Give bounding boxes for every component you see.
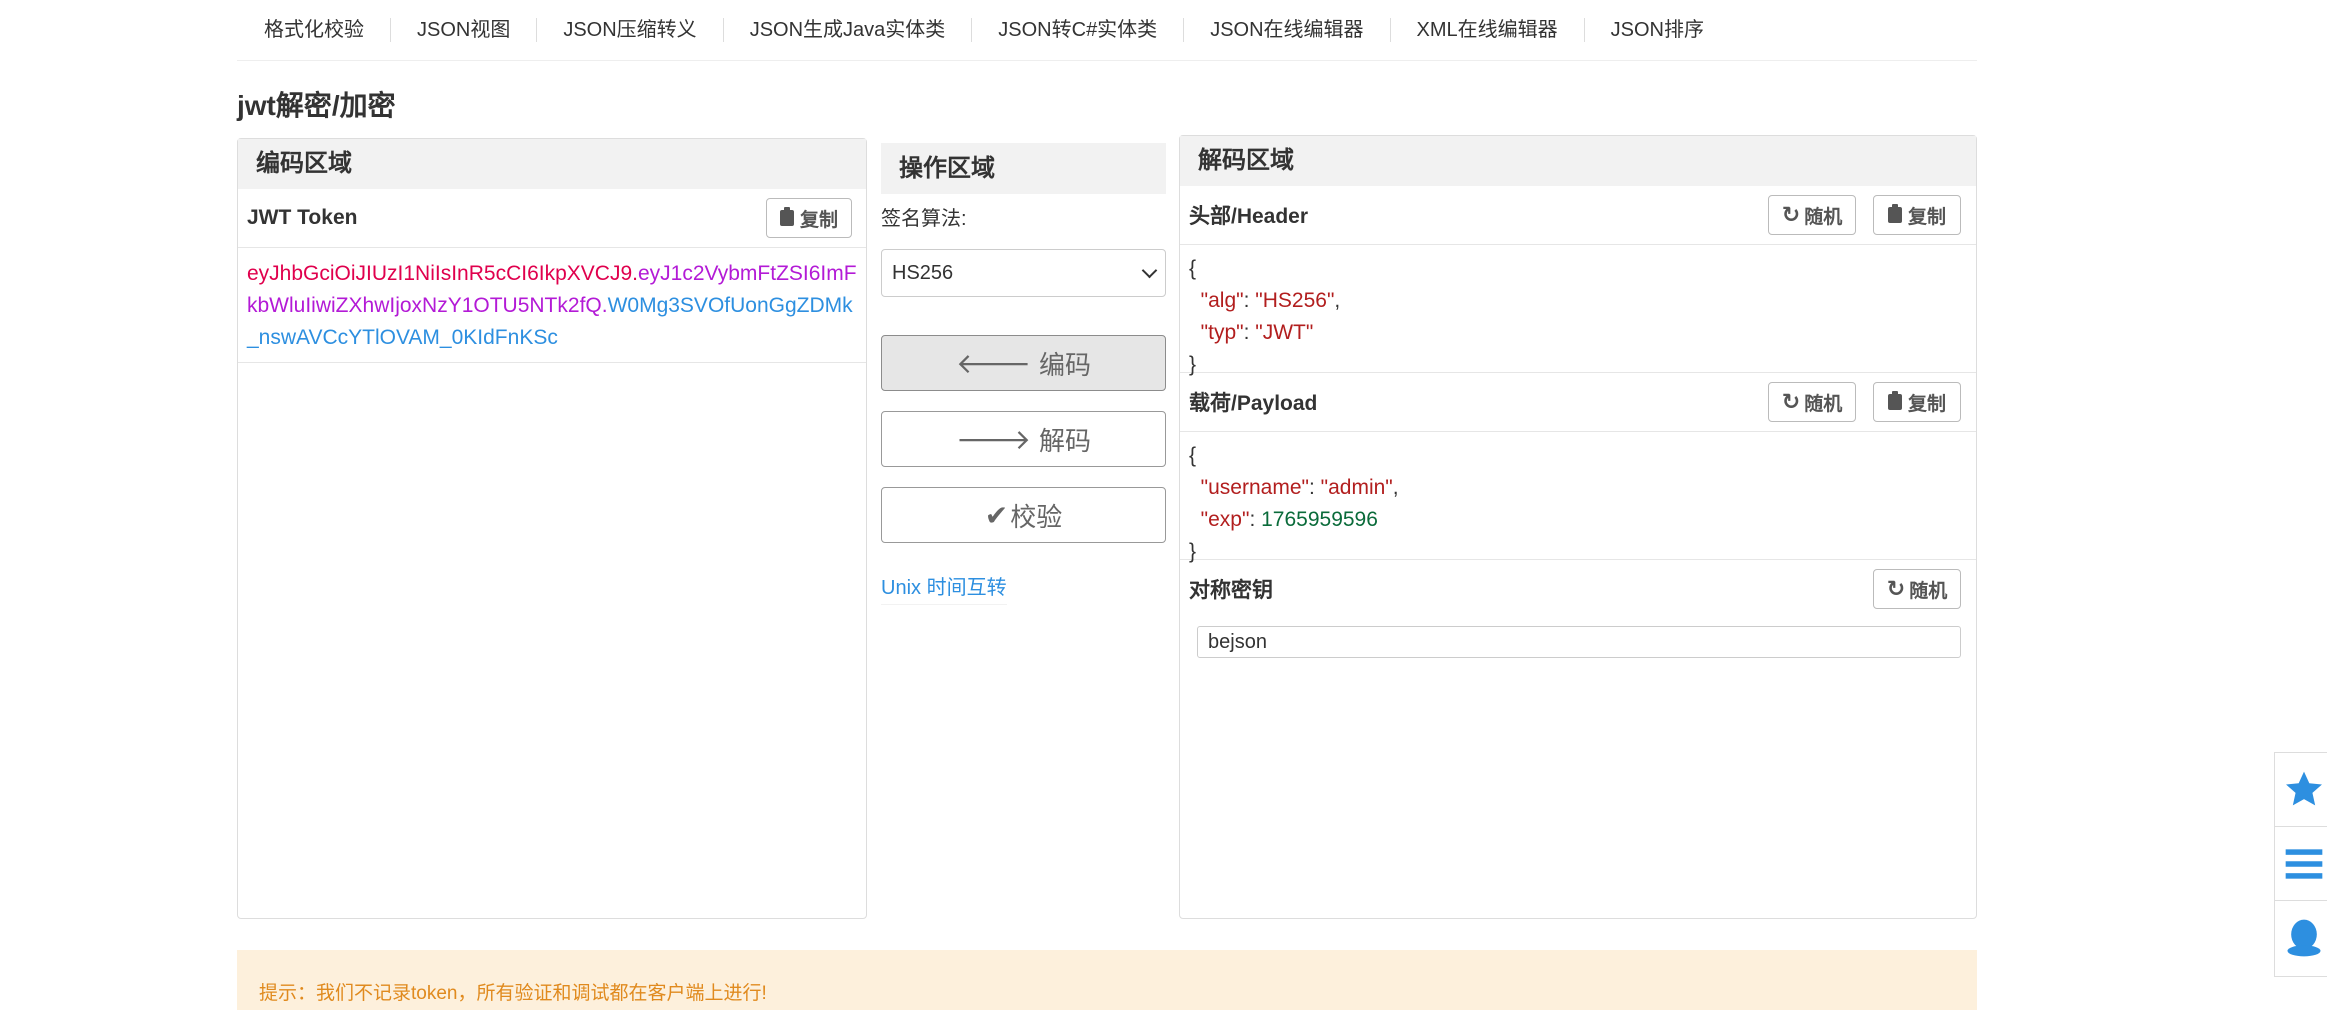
json-line: { bbox=[1189, 257, 1197, 280]
refresh-icon: ↻ bbox=[1781, 202, 1801, 227]
payload-copy-label: 复制 bbox=[1907, 393, 1946, 415]
nav-item-json-view[interactable]: JSON视图 bbox=[390, 18, 536, 42]
operation-panel: 操作区域 签名算法: HS256 🡐 编码 🡒 解码 ✔ 校验 Unix 时间互… bbox=[881, 143, 1166, 605]
algorithm-selected-value: HS256 bbox=[892, 261, 954, 284]
encode-panel: 编码区域 JWT Token 复制 eyJhbGciOiJIUzI1NiIsIn… bbox=[237, 138, 867, 919]
list-icon bbox=[2285, 848, 2323, 879]
decode-panel: 解码区域 头部/Header ↻ 随机 复制 { "alg": "HS256",… bbox=[1179, 135, 1977, 919]
copy-token-button[interactable]: 复制 bbox=[766, 198, 852, 238]
nav-item-format-check[interactable]: 格式化校验 bbox=[237, 18, 390, 42]
json-line: "username": "admin", bbox=[1200, 476, 1399, 499]
algorithm-label: 签名算法: bbox=[881, 208, 967, 230]
nav-item-json-compress[interactable]: JSON压缩转义 bbox=[536, 18, 722, 42]
clipboard-icon bbox=[1887, 204, 1902, 223]
decode-button[interactable]: 🡒 解码 bbox=[881, 411, 1166, 467]
nav-item-json-to-csharp[interactable]: JSON转C#实体类 bbox=[971, 18, 1183, 42]
json-key: "exp" bbox=[1200, 508, 1250, 531]
refresh-icon: ↻ bbox=[1886, 576, 1906, 601]
encode-button[interactable]: 🡐 编码 bbox=[881, 335, 1166, 391]
verify-button[interactable]: ✔ 校验 bbox=[881, 487, 1166, 543]
refresh-icon: ↻ bbox=[1781, 389, 1801, 414]
header-section-head: 头部/Header ↻ 随机 复制 bbox=[1180, 186, 1976, 245]
decode-panel-title: 解码区域 bbox=[1180, 136, 1976, 186]
side-toolbar bbox=[2274, 752, 2327, 977]
menu-button[interactable] bbox=[2275, 827, 2327, 901]
json-key: "alg" bbox=[1200, 289, 1244, 312]
header-copy-label: 复制 bbox=[1907, 206, 1946, 228]
payload-section-head: 载荷/Payload ↻ 随机 复制 bbox=[1180, 373, 1976, 432]
jwt-token-header: JWT Token 复制 bbox=[238, 189, 866, 248]
algorithm-select[interactable]: HS256 bbox=[881, 249, 1166, 297]
top-nav: 格式化校验 JSON视图 JSON压缩转义 JSON生成Java实体类 JSON… bbox=[237, 0, 1977, 61]
star-icon bbox=[2286, 771, 2322, 805]
tip-bar: 提示：我们不记录token，所有验证和调试都在客户端上进行! bbox=[237, 950, 1977, 1010]
qq-icon bbox=[2287, 919, 2321, 956]
secret-label: 对称密钥 bbox=[1189, 579, 1273, 602]
nav-item-json-sort[interactable]: JSON排序 bbox=[1583, 18, 1730, 42]
json-key: "typ" bbox=[1200, 321, 1244, 344]
payload-random-button[interactable]: ↻ 随机 bbox=[1768, 382, 1856, 422]
jwt-token-label: JWT Token bbox=[247, 206, 358, 229]
nav-item-xml-editor[interactable]: XML在线编辑器 bbox=[1389, 18, 1584, 42]
json-line: "exp": 1765959596 bbox=[1200, 508, 1378, 531]
payload-copy-button[interactable]: 复制 bbox=[1873, 382, 1961, 422]
checkmark-icon: ✔ bbox=[984, 499, 1009, 531]
decode-button-label: 解码 bbox=[1039, 425, 1092, 456]
verify-button-label: 校验 bbox=[1010, 501, 1063, 532]
json-line: { bbox=[1189, 444, 1197, 467]
secret-key-input[interactable]: bejson bbox=[1197, 626, 1961, 658]
nav-item-json-editor[interactable]: JSON在线编辑器 bbox=[1183, 18, 1389, 42]
favorite-button[interactable] bbox=[2275, 753, 2327, 827]
json-string: "HS256" bbox=[1255, 289, 1335, 312]
tip-text: 提示：我们不记录token，所有验证和调试都在客户端上进行! bbox=[259, 983, 767, 1004]
operation-panel-title: 操作区域 bbox=[881, 143, 1166, 194]
arrow-right-icon: 🡒 bbox=[955, 424, 1032, 455]
nav-item-json-to-java[interactable]: JSON生成Java实体类 bbox=[722, 18, 972, 42]
header-copy-button[interactable]: 复制 bbox=[1873, 195, 1961, 235]
secret-random-label: 随机 bbox=[1909, 580, 1948, 602]
chevron-down-icon bbox=[1141, 262, 1158, 278]
json-key: "username" bbox=[1200, 476, 1309, 499]
payload-random-label: 随机 bbox=[1804, 393, 1843, 415]
payload-json-editor[interactable]: { "username": "admin", "exp": 1765959596… bbox=[1180, 432, 1976, 563]
clipboard-icon bbox=[1887, 391, 1902, 410]
payload-label: 载荷/Payload bbox=[1189, 392, 1318, 415]
json-line: "alg": "HS256", bbox=[1200, 289, 1341, 312]
unix-time-link[interactable]: Unix 时间互转 bbox=[881, 567, 1007, 605]
page-title: jwt解密/加密 bbox=[237, 90, 396, 121]
encode-button-label: 编码 bbox=[1039, 349, 1092, 380]
qq-contact-button[interactable] bbox=[2275, 901, 2327, 974]
header-random-button[interactable]: ↻ 随机 bbox=[1768, 195, 1856, 235]
secret-section-head: 对称密钥 ↻ 随机 bbox=[1180, 560, 1976, 618]
token-header-part: eyJhbGciOiJIUzI1NiIsInR5cCI6IkpXVCJ9 bbox=[247, 262, 633, 285]
copy-token-label: 复制 bbox=[799, 209, 838, 231]
secret-random-button[interactable]: ↻ 随机 bbox=[1873, 569, 1961, 609]
encode-panel-title: 编码区域 bbox=[238, 139, 866, 189]
json-string: "admin" bbox=[1320, 476, 1393, 499]
clipboard-icon bbox=[779, 207, 794, 226]
jwt-token-input[interactable]: eyJhbGciOiJIUzI1NiIsInR5cCI6IkpXVCJ9.eyJ… bbox=[238, 248, 866, 363]
json-string: "JWT" bbox=[1255, 321, 1314, 344]
header-random-label: 随机 bbox=[1804, 206, 1843, 228]
json-line: "typ": "JWT" bbox=[1200, 321, 1314, 344]
json-number: 1765959596 bbox=[1261, 508, 1378, 531]
arrow-left-icon: 🡐 bbox=[955, 348, 1032, 379]
header-json-editor[interactable]: { "alg": "HS256", "typ": "JWT" } bbox=[1180, 245, 1976, 376]
header-label: 头部/Header bbox=[1189, 205, 1309, 228]
